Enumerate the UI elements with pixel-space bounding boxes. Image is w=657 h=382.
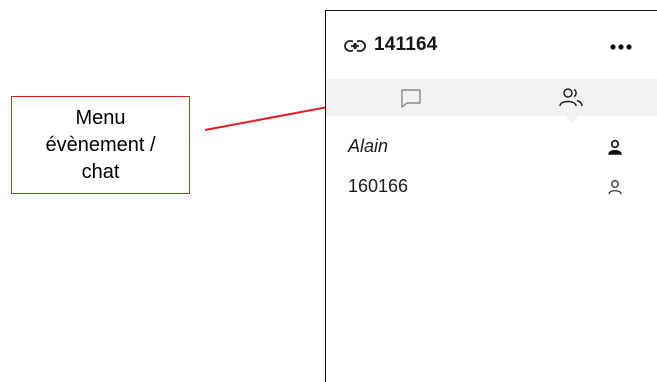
annotation-text: Menu évènement / chat [45, 105, 155, 186]
annotation-line-2: évènement / [45, 133, 156, 156]
participant-row[interactable]: 160166 [326, 167, 657, 207]
screenshot-stage: Menu évènement / chat 141164 Alain 16016… [0, 0, 657, 382]
tab-events-chat[interactable] [381, 81, 441, 115]
participant-row[interactable]: Alain [326, 127, 657, 167]
participant-name: Alain [348, 136, 389, 156]
person-outline-icon [607, 179, 623, 197]
more-horizontal-icon [606, 35, 636, 57]
panel-tab-bar [326, 79, 657, 116]
person-filled-icon [607, 139, 623, 157]
more-options-button[interactable] [606, 35, 636, 57]
tab-participants[interactable] [541, 81, 601, 115]
link-icon [344, 39, 366, 53]
annotation-line-3: chat [81, 160, 120, 183]
active-tab-pointer [564, 115, 580, 123]
annotation-callout: Menu évènement / chat [11, 96, 190, 194]
panel-header: 141164 [326, 11, 657, 79]
meeting-side-panel: 141164 Alain 160166 [325, 10, 657, 382]
participant-list: Alain 160166 [326, 127, 657, 207]
room-id-title: 141164 [374, 34, 438, 55]
annotation-line-1: Menu [75, 106, 126, 129]
participant-name: 160166 [348, 176, 409, 196]
